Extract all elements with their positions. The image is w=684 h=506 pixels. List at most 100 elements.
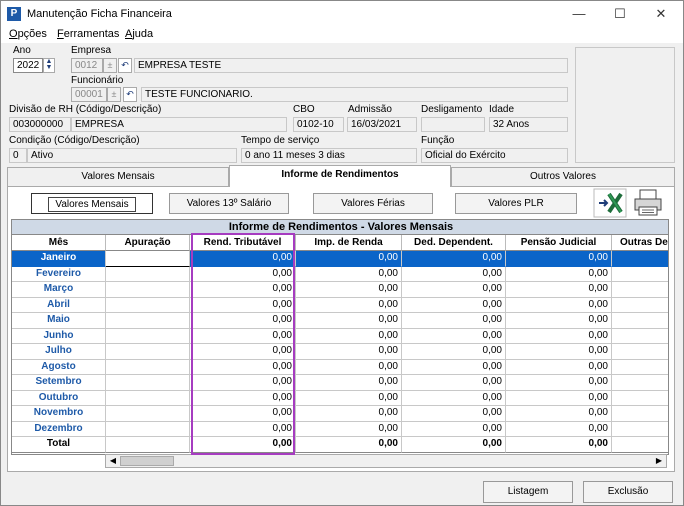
col-imp-renda[interactable]: Imp. de Renda [296, 235, 402, 251]
cell-apuracao[interactable] [106, 282, 190, 298]
col-apuracao[interactable]: Apuração [106, 235, 190, 251]
menu-ferramentas-accel: F [57, 28, 64, 40]
cell-mes: Junho [12, 328, 106, 344]
grid-title: Informe de Rendimentos - Valores Mensais [12, 220, 668, 235]
menu-ferramentas-rest: erramentas [63, 28, 120, 40]
total-label: Total [12, 437, 106, 453]
tempo-field: 0 ano 11 meses 3 dias [241, 148, 417, 163]
col-ded-dependent[interactable]: Ded. Dependent. [402, 235, 506, 251]
menu-ferramentas[interactable]: Ferramentas [57, 28, 119, 40]
menu-opcoes[interactable]: Opções [9, 28, 47, 40]
table-row[interactable]: Março 0,00 0,00 0,00 0,00 [12, 282, 668, 298]
admissao-field: 16/03/2021 [347, 117, 417, 132]
main-window: P Manutenção Ficha Financeira — ☐ ✕ Opçõ… [0, 0, 684, 506]
table-row[interactable]: Setembro 0,00 0,00 0,00 0,00 [12, 375, 668, 391]
cell-mes: Agosto [12, 359, 106, 375]
table-row[interactable]: Agosto 0,00 0,00 0,00 0,00 [12, 359, 668, 375]
tab-valores-mensais[interactable]: Valores Mensais [7, 167, 229, 186]
cell-value: 0,00 [190, 251, 296, 267]
cell-apuracao[interactable] [106, 359, 190, 375]
cell-value: 0,00 [190, 406, 296, 422]
scroll-right-icon[interactable]: ▶ [652, 455, 666, 467]
menu-opcoes-rest: pções [17, 28, 47, 40]
cell-apuracao[interactable] [106, 328, 190, 344]
empresa-search-icon[interactable]: ± [103, 58, 117, 73]
maximize-button[interactable]: ☐ [605, 5, 635, 23]
cell-value: 0,00 [296, 437, 402, 453]
cell-value: 0,00 [190, 282, 296, 298]
valores-ferias-button[interactable]: Valores Férias [313, 193, 433, 214]
tab-outros-valores[interactable]: Outros Valores [451, 167, 675, 186]
valores-13-salario-button[interactable]: Valores 13º Salário [169, 193, 289, 214]
cell-apuracao[interactable] [106, 375, 190, 391]
cell-mes: Janeiro [12, 251, 106, 267]
table-row[interactable]: Fevereiro 0,00 0,00 0,00 0,00 [12, 266, 668, 282]
excel-export-icon[interactable] [593, 188, 627, 218]
table-row[interactable]: Junho 0,00 0,00 0,00 0,00 [12, 328, 668, 344]
cell-outras [612, 298, 668, 313]
table-row[interactable]: Outubro 0,00 0,00 0,00 0,00 [12, 390, 668, 406]
col-mes[interactable]: Mês [12, 235, 106, 251]
cell-apuracao[interactable] [106, 437, 190, 453]
rendimentos-grid: Informe de Rendimentos - Valores Mensais… [11, 219, 669, 455]
empresa-undo-icon[interactable]: ↶ [118, 58, 132, 73]
condicao-code-field: 0 [9, 148, 27, 163]
condicao-desc-field: Ativo [27, 148, 237, 163]
printer-icon[interactable] [631, 188, 665, 218]
funcionario-undo-icon[interactable]: ↶ [123, 87, 137, 102]
cell-outras [612, 422, 668, 437]
cell-outras [612, 391, 668, 406]
close-button[interactable]: ✕ [646, 5, 676, 23]
cell-apuracao[interactable] [106, 421, 190, 437]
idade-label: Idade [489, 104, 515, 115]
cell-apuracao[interactable] [106, 297, 190, 313]
cell-apuracao[interactable] [106, 406, 190, 422]
cell-apuracao[interactable] [106, 251, 190, 267]
cell-apuracao[interactable] [106, 313, 190, 329]
ano-spinner[interactable]: ▲ ▼ [43, 58, 55, 73]
ano-label: Ano [13, 45, 31, 56]
minimize-button[interactable]: — [564, 5, 594, 23]
cell-value: 0,00 [402, 437, 506, 453]
ano-input[interactable]: 2022 [13, 58, 43, 73]
cell-value: 0,00 [506, 344, 612, 360]
funcao-field: Oficial do Exército [421, 148, 568, 163]
empresa-code-input[interactable]: 0012 [71, 58, 103, 73]
table-row[interactable]: Novembro 0,00 0,00 0,00 0,00 [12, 406, 668, 422]
table-row[interactable]: Janeiro 0,00 0,00 0,00 0,00 [12, 251, 668, 267]
cell-apuracao[interactable] [106, 266, 190, 282]
cell-value: 0,00 [506, 328, 612, 344]
horizontal-scrollbar[interactable]: ◀ ▶ [105, 454, 667, 468]
scroll-thumb[interactable] [120, 456, 174, 466]
table-row[interactable]: Maio 0,00 0,00 0,00 0,00 [12, 313, 668, 329]
table-row[interactable]: Julho 0,00 0,00 0,00 0,00 [12, 344, 668, 360]
cell-value: 0,00 [402, 344, 506, 360]
col-outras-deducoes[interactable]: Outras De [612, 235, 668, 251]
empresa-label: Empresa [71, 45, 112, 56]
cell-value: 0,00 [506, 359, 612, 375]
cell-value: 0,00 [190, 344, 296, 360]
cell-value: 0,00 [296, 266, 402, 282]
cell-value: 0,00 [402, 282, 506, 298]
valores-mensais-button[interactable]: Valores Mensais [31, 193, 153, 214]
cell-apuracao[interactable] [106, 390, 190, 406]
table-row[interactable]: Abril 0,00 0,00 0,00 0,00 [12, 297, 668, 313]
cell-mes: Setembro [12, 375, 106, 391]
funcionario-search-icon[interactable]: ± [107, 87, 121, 102]
valores-plr-button[interactable]: Valores PLR [455, 193, 577, 214]
cell-apuracao[interactable] [106, 344, 190, 360]
table-row[interactable]: Dezembro 0,00 0,00 0,00 0,00 [12, 421, 668, 437]
funcionario-code-input[interactable]: 00001 [71, 87, 107, 102]
col-pensao-judicial[interactable]: Pensão Judicial [506, 235, 612, 251]
menu-ajuda[interactable]: Ajuda [125, 28, 153, 40]
exclusao-button[interactable]: Exclusão [583, 481, 673, 503]
cell-value: 0,00 [190, 390, 296, 406]
col-rend-tributavel[interactable]: Rend. Tributável [190, 235, 296, 251]
tab-informe-rendimentos[interactable]: Informe de Rendimentos [229, 165, 451, 187]
cell-value: 0,00 [296, 375, 402, 391]
listagem-button[interactable]: Listagem [483, 481, 573, 503]
cell-value: 0,00 [296, 421, 402, 437]
cell-value: 0,00 [296, 282, 402, 298]
cell-value: 0,00 [296, 406, 402, 422]
scroll-left-icon[interactable]: ◀ [106, 455, 120, 467]
